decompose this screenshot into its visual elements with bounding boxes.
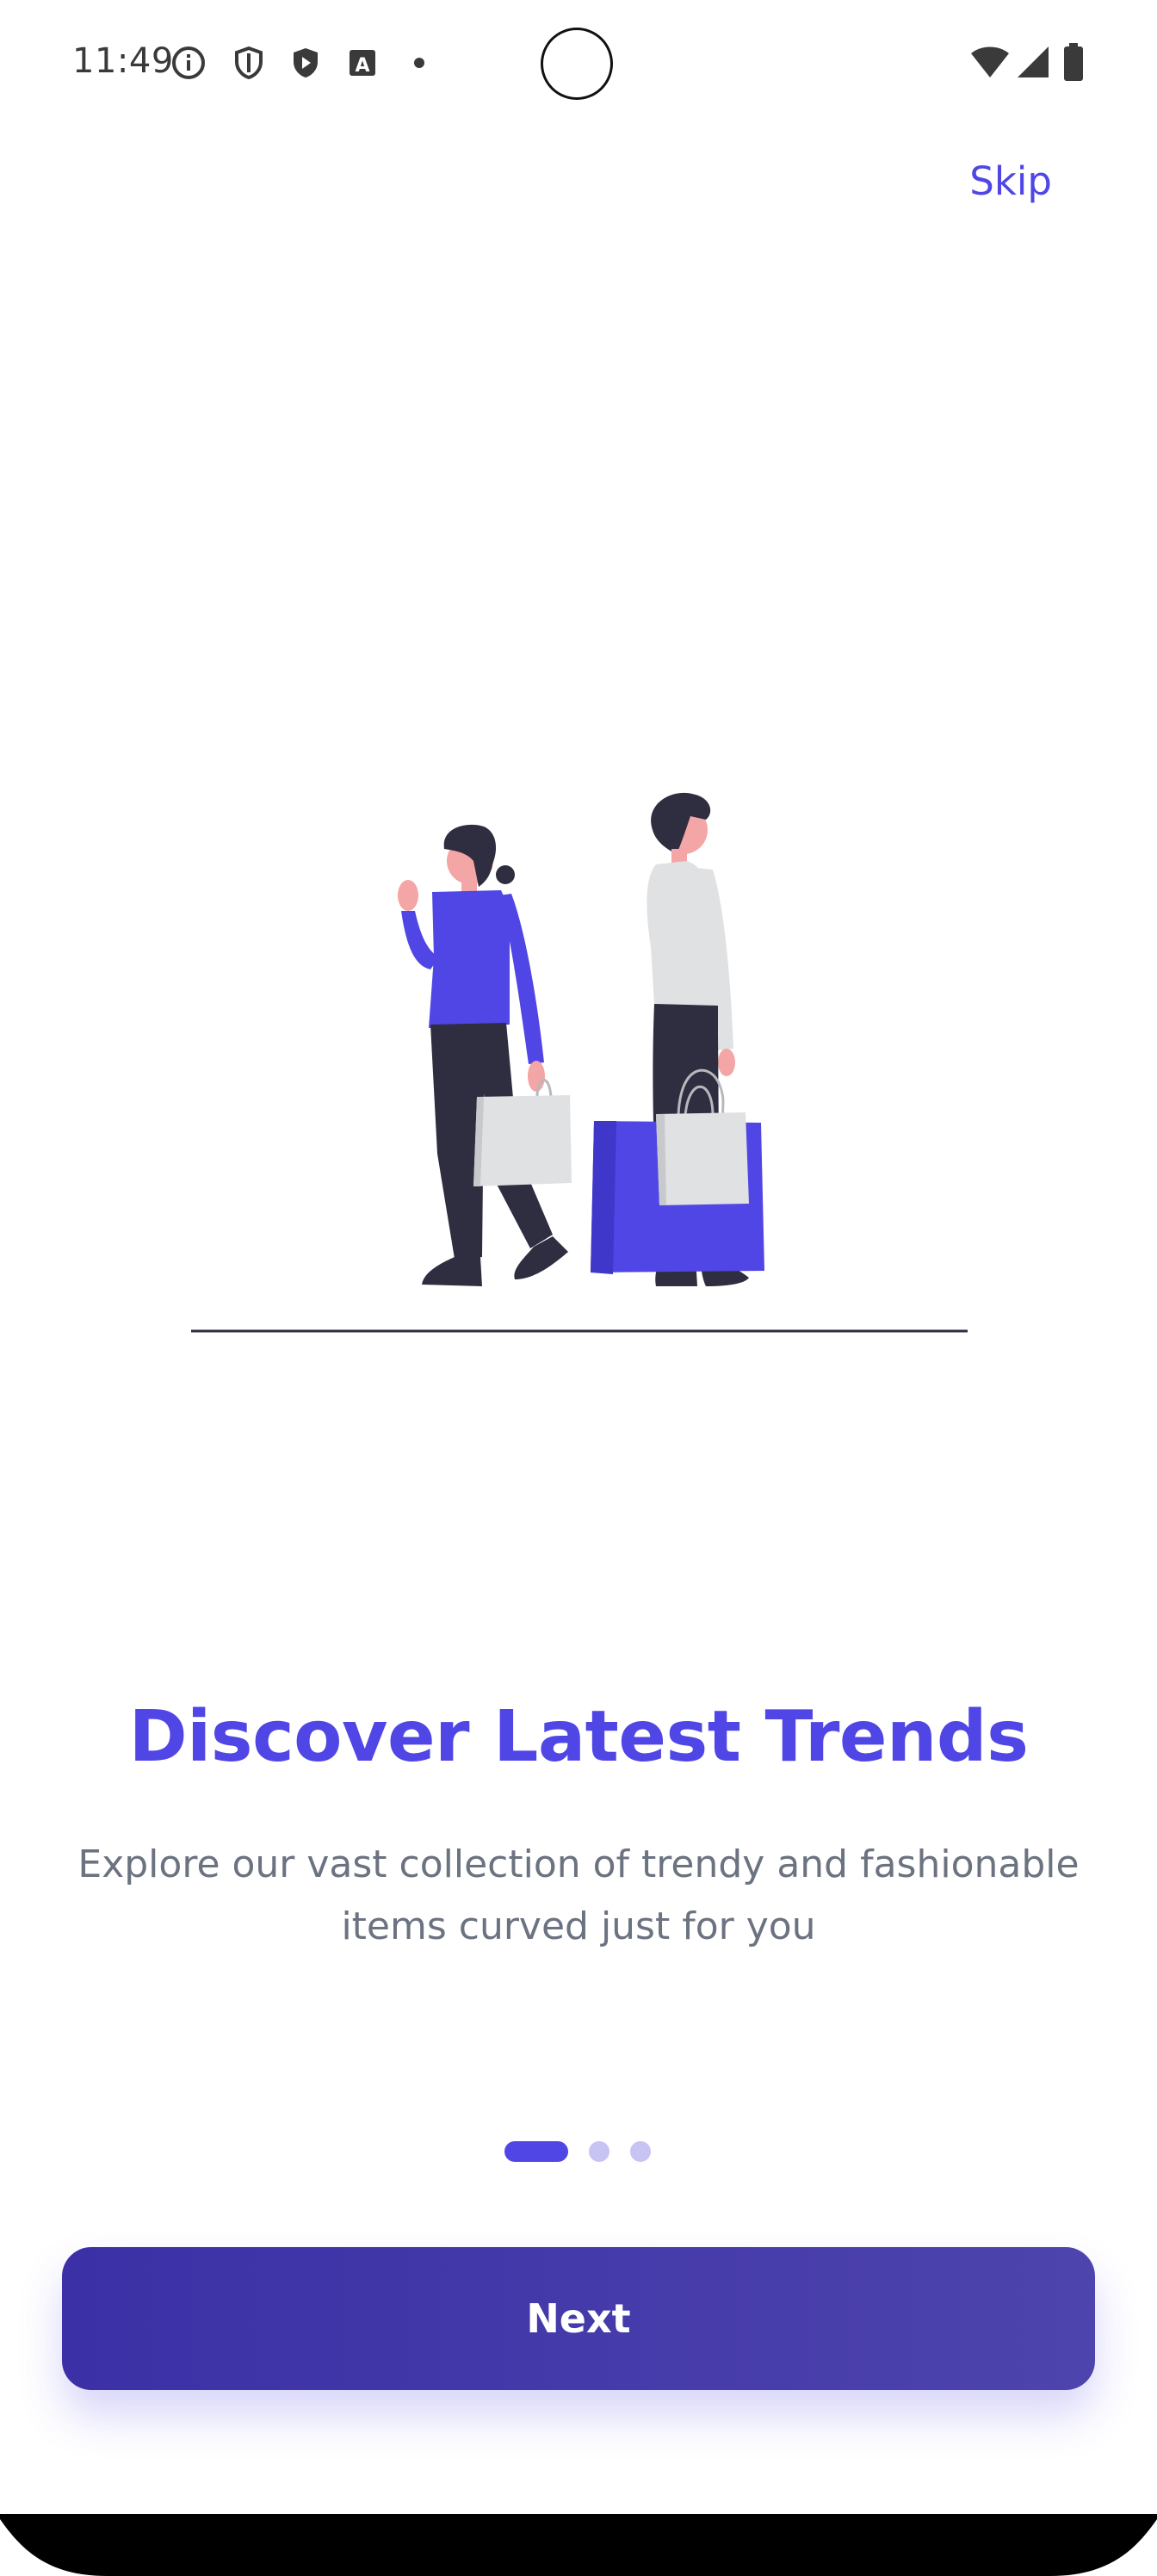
signal-icon	[1018, 46, 1049, 77]
page-indicator-dot	[589, 2141, 609, 2162]
onboarding-subtitle: Explore our vast collection of trendy an…	[77, 1842, 1080, 1948]
status-bar: 11:49 A	[0, 0, 1157, 129]
next-button[interactable]: Next	[62, 2247, 1095, 2390]
man-figure	[591, 792, 764, 1286]
onboarding-title: Discover Latest Trends	[128, 1696, 1029, 1778]
page-indicator	[0, 2141, 1157, 2164]
shopping-people-illustration	[191, 792, 968, 1333]
wifi-icon	[971, 46, 1009, 77]
battery-icon	[1064, 43, 1083, 81]
info-icon	[172, 46, 205, 79]
next-button-label: Next	[526, 2295, 631, 2342]
home-gesture-handle[interactable]	[439, 2499, 718, 2509]
woman-figure	[398, 824, 572, 1286]
page-indicator-dot	[630, 2141, 651, 2162]
text-a-icon: A	[350, 50, 375, 77]
svg-text:A: A	[355, 55, 369, 77]
play-protect-icon	[294, 48, 318, 77]
dot-icon	[414, 58, 424, 68]
camera-cutout	[541, 28, 613, 100]
page-indicator-dot-active	[504, 2141, 568, 2162]
navigation-bar	[0, 2514, 1157, 2576]
skip-button[interactable]: Skip	[969, 158, 1052, 204]
status-time: 11:49	[72, 41, 174, 81]
shield-icon	[235, 46, 263, 80]
